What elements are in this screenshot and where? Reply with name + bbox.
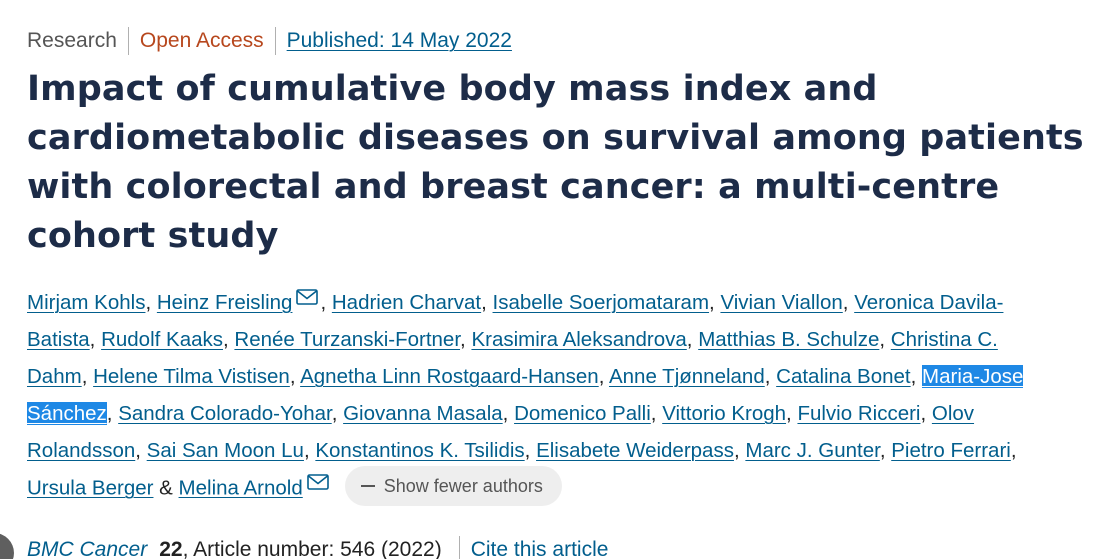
author-link[interactable]: Melina Arnold xyxy=(179,476,303,499)
author-separator: , xyxy=(481,291,493,314)
author-link[interactable]: Ursula Berger xyxy=(27,476,153,499)
author-link[interactable]: Marc J. Gunter xyxy=(745,439,879,462)
author-link[interactable]: Pietro Ferrari xyxy=(891,439,1011,462)
article-meta: Research Open Access Published: 14 May 2… xyxy=(27,26,512,56)
author-link[interactable]: Matthias B. Schulze xyxy=(698,328,879,351)
minus-icon xyxy=(360,485,375,487)
author-separator: , xyxy=(106,402,119,425)
article-type: Research xyxy=(27,29,117,52)
author-link[interactable]: Mirjam Kohls xyxy=(27,291,145,314)
article-header: Research Open Access Published: 14 May 2… xyxy=(0,0,1107,559)
author-link[interactable]: Renée Turzanski-Fortner xyxy=(234,328,460,351)
author-separator: , xyxy=(879,439,892,462)
published-date-link[interactable]: Published: 14 May 2022 xyxy=(287,26,512,56)
author-separator: , xyxy=(920,402,932,425)
author-link[interactable]: Hadrien Charvat xyxy=(332,291,481,314)
author-list: Mirjam Kohls, Heinz Freisling, Hadrien C… xyxy=(27,284,1057,509)
article-title: Impact of cumulative body mass index and… xyxy=(27,69,1084,256)
author-link[interactable]: Domenico Palli xyxy=(514,402,651,425)
author-separator: , xyxy=(842,291,855,314)
scroll-to-top-button[interactable] xyxy=(0,533,14,559)
author-separator: , xyxy=(598,365,609,388)
author-separator: & xyxy=(153,476,179,500)
author-link[interactable]: Vittorio Krogh xyxy=(662,402,786,425)
author-link[interactable]: Helene Tilma Vistisen xyxy=(93,365,290,388)
author-separator: , xyxy=(502,402,515,425)
author-separator: , xyxy=(135,439,147,462)
citation-divider xyxy=(458,536,460,559)
author-separator: , xyxy=(320,291,332,314)
journal-name-link[interactable]: BMC Cancer xyxy=(27,535,147,559)
meta-divider xyxy=(274,27,276,55)
author-separator: , xyxy=(460,328,472,351)
author-separator: , xyxy=(910,365,923,388)
author-link[interactable]: Fulvio Ricceri xyxy=(797,402,920,425)
author-link[interactable]: Heinz Freisling xyxy=(157,291,293,314)
cite-this-article-link[interactable]: Cite this article xyxy=(471,535,609,559)
author-link[interactable]: Sai San Moon Lu xyxy=(147,439,304,462)
author-link[interactable]: Catalina Bonet xyxy=(776,365,910,388)
author-separator: , xyxy=(686,328,699,351)
show-fewer-authors-button[interactable]: Show fewer authors xyxy=(344,466,562,506)
show-fewer-label: Show fewer authors xyxy=(383,475,543,496)
author-separator: , xyxy=(89,328,102,351)
author-link[interactable]: Agnetha Linn Rostgaard-Hansen xyxy=(300,365,599,388)
mail-icon[interactable] xyxy=(306,474,329,491)
author-separator: , xyxy=(1010,439,1017,462)
author-link[interactable]: Vivian Viallon xyxy=(720,291,842,314)
author-separator: , xyxy=(786,402,798,425)
author-separator: , xyxy=(524,439,537,462)
author-separator: , xyxy=(303,439,316,462)
author-separator: , xyxy=(223,328,235,351)
author-link[interactable]: Rudolf Kaaks xyxy=(101,328,223,351)
author-link[interactable]: Isabelle Soerjomataram xyxy=(493,291,710,314)
journal-citation-line: BMC Cancer 22 , Article number: 546 (202… xyxy=(27,535,608,559)
author-separator: , xyxy=(709,291,721,314)
mail-icon[interactable] xyxy=(296,289,319,305)
author-separator: , xyxy=(331,402,344,425)
meta-divider xyxy=(127,27,129,55)
author-separator: , xyxy=(879,328,891,351)
author-separator: , xyxy=(764,365,777,388)
author-separator: , xyxy=(289,365,301,388)
article-number: , Article number: 546 (2022) xyxy=(182,538,442,559)
open-access-label: Open Access xyxy=(139,29,264,52)
author-separator: , xyxy=(81,365,94,388)
author-link[interactable]: Anne Tjønneland xyxy=(609,365,765,388)
author-separator: , xyxy=(145,291,157,314)
author-separator: , xyxy=(733,439,746,462)
author-link[interactable]: Konstantinos K. Tsilidis xyxy=(315,439,524,462)
author-link[interactable]: Sandra Colorado-Yohar xyxy=(118,402,332,425)
author-link[interactable]: Elisabete Weiderpass xyxy=(536,439,734,462)
author-link[interactable]: Krasimira Aleksandrova xyxy=(471,328,686,351)
author-link[interactable]: Giovanna Masala xyxy=(343,402,503,425)
author-separator: , xyxy=(650,402,663,425)
journal-volume: 22 xyxy=(159,538,183,559)
